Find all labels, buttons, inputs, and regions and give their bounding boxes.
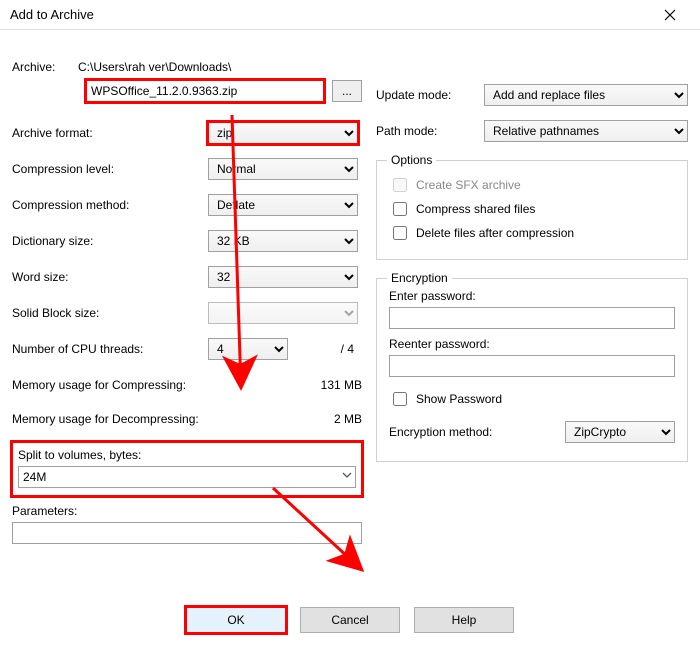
repassword-input[interactable] (389, 355, 675, 377)
dict-label: Dictionary size: (12, 234, 208, 248)
cpu-threads-select[interactable]: 4 (208, 338, 288, 360)
solid-label: Solid Block size: (12, 306, 208, 320)
options-legend: Options (387, 153, 436, 167)
shared-checkbox-row[interactable]: Compress shared files (389, 199, 675, 219)
dictionary-size-select[interactable]: 32 KB (208, 230, 358, 252)
mem-comp-label: Memory usage for Compressing: (12, 378, 282, 392)
close-button[interactable] (650, 0, 690, 30)
archive-label: Archive: (12, 60, 78, 74)
showpw-checkbox-row[interactable]: Show Password (389, 389, 675, 409)
method-label: Compression method: (12, 198, 208, 212)
path-mode-select[interactable]: Relative pathnames (484, 120, 688, 142)
browse-button[interactable]: ... (332, 80, 362, 102)
archive-format-select[interactable]: zip (208, 122, 358, 144)
split-label: Split to volumes, bytes: (18, 448, 356, 462)
split-volumes-input[interactable] (18, 466, 356, 488)
password-label: Enter password: (389, 289, 675, 303)
repassword-label: Reenter password: (389, 337, 675, 351)
cancel-button[interactable]: Cancel (300, 607, 400, 633)
update-mode-label: Update mode: (376, 88, 484, 102)
archive-path: C:\Users\rah ver\Downloads\ (78, 60, 362, 74)
compression-method-select[interactable]: Deflate (208, 194, 358, 216)
window-title: Add to Archive (10, 7, 650, 22)
mem-decomp-value: 2 MB (282, 412, 362, 426)
title-bar: Add to Archive (0, 0, 700, 30)
solid-block-select[interactable] (208, 302, 358, 324)
delete-checkbox[interactable] (393, 226, 407, 240)
button-row: OK Cancel Help (0, 607, 700, 633)
encryption-method-select[interactable]: ZipCrypto (565, 421, 675, 443)
delete-label: Delete files after compression (416, 226, 574, 240)
shared-checkbox[interactable] (393, 202, 407, 216)
password-input[interactable] (389, 307, 675, 329)
showpw-checkbox[interactable] (393, 392, 407, 406)
encmethod-label: Encryption method: (389, 425, 565, 439)
mem-decomp-label: Memory usage for Decompressing: (12, 412, 282, 426)
format-label: Archive format: (12, 126, 208, 140)
cpu-label: Number of CPU threads: (12, 342, 208, 356)
mem-comp-value: 131 MB (282, 378, 362, 392)
word-size-select[interactable]: 32 (208, 266, 358, 288)
archive-filename-input[interactable] (86, 80, 324, 102)
sfx-checkbox (393, 178, 407, 192)
path-mode-label: Path mode: (376, 124, 484, 138)
params-label: Parameters: (12, 504, 362, 518)
close-icon (664, 9, 676, 21)
shared-label: Compress shared files (416, 202, 535, 216)
update-mode-select[interactable]: Add and replace files (484, 84, 688, 106)
encryption-legend: Encryption (387, 271, 452, 285)
compression-level-select[interactable]: Normal (208, 158, 358, 180)
help-button[interactable]: Help (414, 607, 514, 633)
sfx-label: Create SFX archive (416, 178, 521, 192)
level-label: Compression level: (12, 162, 208, 176)
ok-button[interactable]: OK (186, 607, 286, 633)
word-label: Word size: (12, 270, 208, 284)
sfx-checkbox-row[interactable]: Create SFX archive (389, 175, 675, 195)
showpw-label: Show Password (416, 392, 502, 406)
parameters-input[interactable] (12, 522, 362, 544)
cpu-max: / 4 (288, 342, 362, 356)
delete-checkbox-row[interactable]: Delete files after compression (389, 223, 675, 243)
